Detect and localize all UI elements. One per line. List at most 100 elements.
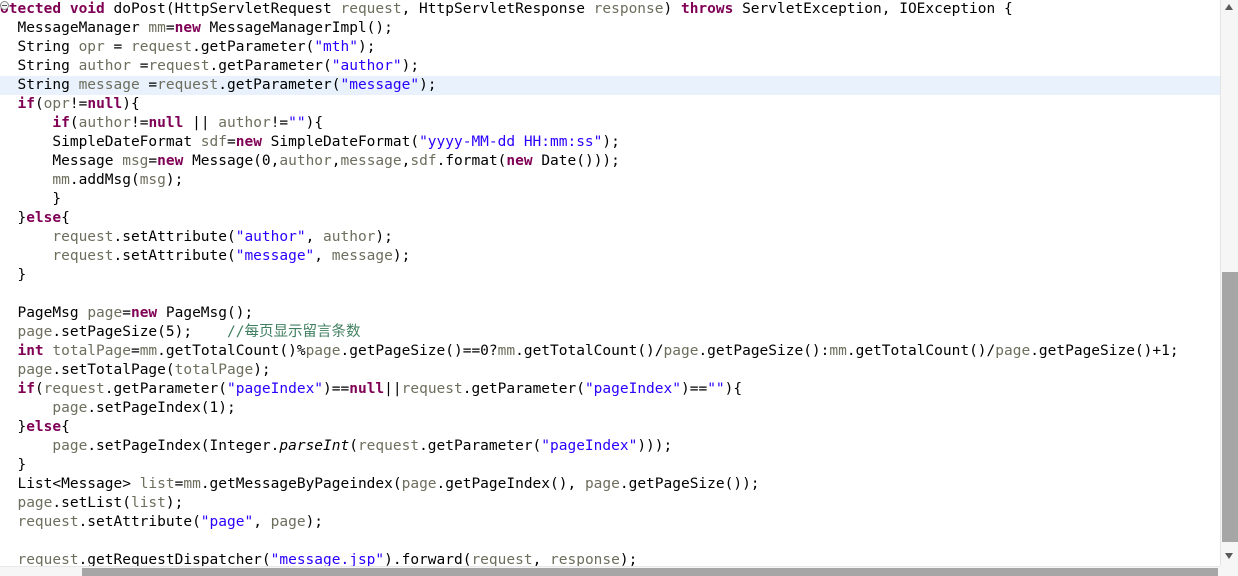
code-line[interactable]: Message msg=new Message(0,author,message… [0,152,1220,171]
code-token-plain: ))); [637,438,673,454]
vertical-scrollbar[interactable] [1220,0,1238,576]
code-token-str: "" [707,381,725,397]
code-line[interactable]: otected void doPost(HttpServletRequest r… [0,0,1220,19]
code-token-plain: MessageManagerImpl(); [209,20,393,36]
code-line[interactable]: }else{ [0,209,1220,228]
code-line[interactable]: page.setPageIndex(Integer.parseInt(reque… [0,437,1220,456]
code-line[interactable]: if(request.getParameter("pageIndex")==nu… [0,380,1220,399]
code-token-plain: Message(0, [192,153,280,169]
code-token-var: response [593,1,664,17]
code-token-plain: = [227,134,236,150]
code-token-plain: ( [34,96,44,112]
code-line[interactable]: request.setAttribute("author", author); [0,228,1220,247]
code-token-kw: new [235,134,271,150]
code-line[interactable] [0,532,1220,551]
code-line[interactable]: page.setPageIndex(1); [0,399,1220,418]
code-token-str: "page" [200,514,254,530]
code-token-plain: .getParameter( [192,39,315,55]
code-token-var: request [52,248,114,264]
code-token-plain: .setAttribute( [113,248,236,264]
code-token-plain: , [314,248,332,264]
code-token-plain: != [69,96,88,112]
code-token-var: page [52,438,88,454]
code-line-text: if(opr!=null){ [0,95,1220,114]
code-line[interactable]: MessageManager mm=new MessageManagerImpl… [0,19,1220,38]
code-token-ital: parseInt [279,438,350,454]
code-line-text: String message =request.getParameter("me… [0,76,1220,95]
code-token-plain: ); [375,229,393,245]
code-line-text: request.setAttribute("page", page); [0,513,1220,532]
code-token-cmt: //每页显示留言条数 [227,324,361,340]
code-token-var: message [340,153,402,169]
horizontal-scrollbar[interactable] [0,566,1220,576]
code-token-plain: , [331,153,341,169]
code-token-plain: .setTotalPage( [52,362,175,378]
code-line[interactable]: SimpleDateFormat sdf=new SimpleDateForma… [0,133,1220,152]
code-line[interactable]: }else{ [0,418,1220,437]
code-token-plain: ); [253,362,271,378]
horizontal-scrollbar-thumb[interactable] [82,568,1218,576]
code-line-text: request.setAttribute("message", message)… [0,247,1220,266]
vertical-scrollbar-thumb[interactable] [1222,272,1238,542]
code-line[interactable]: page.setTotalPage(totalPage); [0,361,1220,380]
code-token-plain: Date())); [541,153,620,169]
code-line[interactable]: PageMsg page=new PageMsg(); [0,304,1220,323]
code-line[interactable]: } [0,266,1220,285]
scroll-down-arrow-icon[interactable] [1221,549,1238,566]
code-token-plain: ServletException, IOException { [742,1,1013,17]
code-line-text: page.setTotalPage(totalPage); [0,361,1220,380]
code-token-str: "message.jsp" [270,552,385,566]
code-line[interactable]: request.getRequestDispatcher("message.js… [0,551,1220,566]
code-token-var: page [401,476,437,492]
code-token-str: "author" [235,229,306,245]
code-line-text: } [0,266,1220,285]
code-token-var: request [357,438,420,454]
code-token-var: page [52,400,88,416]
code-line-text: request.getRequestDispatcher("message.js… [0,551,1220,566]
code-token-plain: SimpleDateFormat [0,134,201,150]
code-fold-collapse-icon[interactable] [0,1,9,10]
code-token-kw: int [17,343,53,359]
code-token-plain: , [532,552,551,566]
code-line-current[interactable]: String message =request.getParameter("me… [0,76,1220,95]
code-line-text: otected void doPost(HttpServletRequest r… [0,0,1220,19]
code-line[interactable]: request.setAttribute("message", message)… [0,247,1220,266]
code-token-plain: ); [357,39,376,55]
code-line[interactable]: page.setPageSize(5); //每页显示留言条数 [0,323,1220,342]
code-line[interactable]: } [0,456,1220,475]
code-token-plain: } [0,419,27,435]
code-token-plain: .getPageSize(): [698,343,830,359]
code-line[interactable]: int totalPage=mm.getTotalCount()%page.ge… [0,342,1220,361]
code-token-var: author [323,229,376,245]
code-token-var: list [130,495,166,511]
code-token-kw: otected [0,1,70,17]
code-token-var: request [471,552,533,566]
code-line[interactable]: request.setAttribute("page", page); [0,513,1220,532]
code-line[interactable]: if(author!=null || author!=""){ [0,114,1220,133]
code-line-text: page.setPageSize(5); //每页显示留言条数 [0,323,1220,342]
code-token-plain: .setPageSize(5); [52,324,227,340]
code-token-plain: ( [69,115,79,131]
code-token-var: msg [122,153,149,169]
code-token-plain: ); [401,58,420,74]
code-line[interactable]: page.setList(list); [0,494,1220,513]
code-line[interactable]: List<Message> list=mm.getMessageByPagein… [0,475,1220,494]
code-token-plain: ( [349,438,358,454]
code-line[interactable] [0,285,1220,304]
code-line[interactable]: } [0,190,1220,209]
code-token-plain: .getPageSize()); [619,476,760,492]
code-token-plain: { [61,419,70,435]
code-token-plain: ); [165,495,184,511]
code-line[interactable]: if(opr!=null){ [0,95,1220,114]
code-line[interactable]: String author =request.getParameter("aut… [0,57,1220,76]
code-text-area[interactable]: otected void doPost(HttpServletRequest r… [0,0,1220,566]
scroll-up-arrow-icon[interactable] [1221,0,1238,17]
code-token-plain: , [253,514,271,530]
code-token-plain: .getPageIndex(), [436,476,585,492]
code-line[interactable]: mm.addMsg(msg); [0,171,1220,190]
code-line[interactable]: String opr = request.getParameter("mth")… [0,38,1220,57]
code-token-var: list [139,476,175,492]
code-token-plain: List<Message> [0,476,140,492]
